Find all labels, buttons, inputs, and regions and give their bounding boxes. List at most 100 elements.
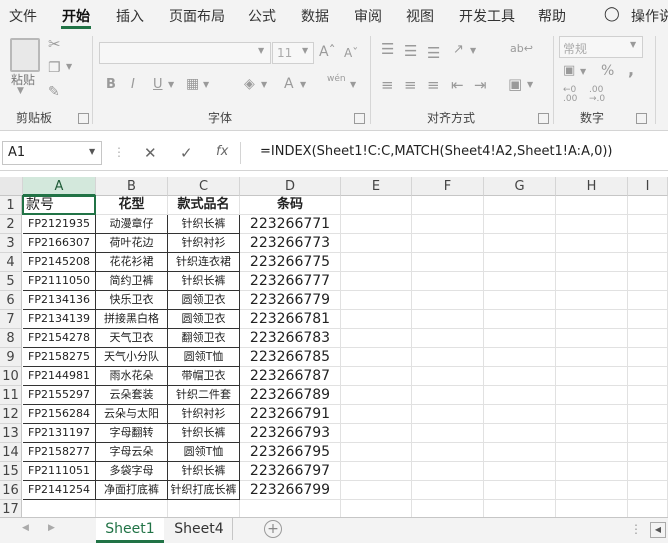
tab-sheet4[interactable]: Sheet4 [166, 518, 233, 540]
decrease-indent-icon[interactable]: ⇤ [451, 76, 464, 94]
row-header[interactable]: 10 [0, 367, 22, 386]
cell-barcode[interactable]: 223266799 [240, 481, 341, 500]
row-header[interactable]: 3 [0, 234, 22, 253]
grid-cell[interactable] [341, 348, 412, 367]
cell-pattern[interactable]: 花花衫裙 [96, 253, 168, 272]
cell-barcode[interactable]: 223266773 [240, 234, 341, 253]
cell-barcode[interactable]: 223266779 [240, 291, 341, 310]
enter-button[interactable]: ✓ [180, 144, 193, 162]
grid-cell[interactable] [412, 234, 484, 253]
column-header-f[interactable]: F [412, 177, 484, 196]
cell-barcode[interactable]: 223266793 [240, 424, 341, 443]
row-header[interactable]: 4 [0, 253, 22, 272]
cell-style-no[interactable]: FP2141254 [23, 481, 96, 500]
grid-cell[interactable] [412, 367, 484, 386]
chevron-down-icon[interactable]: ▼ [350, 80, 356, 89]
scroll-left-button[interactable]: ◀ [650, 522, 666, 538]
cell-style-no[interactable]: FP2158277 [23, 443, 96, 462]
grid-cell[interactable] [628, 367, 668, 386]
column-header-d[interactable]: D [240, 177, 341, 196]
align-center-icon[interactable]: ≡ [404, 76, 417, 94]
grid-cell[interactable] [556, 424, 628, 443]
grid-cell[interactable] [412, 462, 484, 481]
phonetic-guide-icon[interactable]: wén [327, 74, 346, 84]
cell-product-name[interactable]: 针织衬衫 [168, 234, 240, 253]
grid-cell[interactable] [484, 405, 556, 424]
alignment-launcher-icon[interactable] [538, 113, 549, 124]
grid-cell[interactable] [412, 386, 484, 405]
row-header[interactable]: 9 [0, 348, 22, 367]
grid-cell[interactable] [412, 443, 484, 462]
align-top-icon[interactable]: ☰ [381, 40, 394, 58]
grid-cell[interactable] [628, 386, 668, 405]
chevron-down-icon[interactable]: ▼ [470, 46, 476, 55]
grid-cell[interactable] [484, 367, 556, 386]
name-box[interactable]: A1 ▼ [2, 141, 102, 165]
cell-product-name[interactable]: 针织长裤 [168, 462, 240, 481]
select-all-corner[interactable] [0, 177, 23, 196]
grid-cell[interactable] [556, 215, 628, 234]
increase-decimal-icon[interactable]: ←0.00 [563, 86, 577, 104]
chevron-down-icon[interactable]: ▼ [580, 67, 586, 76]
paste-icon[interactable] [10, 38, 40, 72]
cancel-button[interactable]: ✕ [144, 144, 157, 162]
chevron-down-icon[interactable]: ▼ [527, 80, 533, 89]
row-header[interactable]: 1 [0, 196, 22, 215]
grid-cell[interactable] [556, 462, 628, 481]
number-launcher-icon[interactable] [636, 113, 647, 124]
column-header-b[interactable]: B [96, 177, 168, 196]
row-header[interactable]: 12 [0, 405, 22, 424]
row-header[interactable]: 5 [0, 272, 22, 291]
row-header[interactable]: 6 [0, 291, 22, 310]
borders-icon[interactable]: ▦ [186, 76, 199, 92]
grid-cell[interactable] [341, 443, 412, 462]
cell-pattern[interactable]: 快乐卫衣 [96, 291, 168, 310]
grid-cell[interactable] [412, 481, 484, 500]
chevron-down-icon[interactable]: ▼ [203, 80, 209, 89]
column-header-i[interactable]: I [628, 177, 668, 196]
row-header[interactable]: 11 [0, 386, 22, 405]
grid-cell[interactable] [556, 405, 628, 424]
cell-barcode[interactable]: 223266791 [240, 405, 341, 424]
cell-pattern[interactable]: 荷叶花边 [96, 234, 168, 253]
grid-cell[interactable] [412, 196, 484, 215]
insert-function-button[interactable]: fx [216, 144, 228, 159]
grid-cell[interactable] [628, 329, 668, 348]
grid-cell[interactable] [412, 405, 484, 424]
cell-pattern[interactable]: 天气卫衣 [96, 329, 168, 348]
grid-cell[interactable] [341, 272, 412, 291]
cell-pattern[interactable]: 天气小分队 [96, 348, 168, 367]
grid-cell[interactable] [341, 234, 412, 253]
cell-style-no[interactable]: FP2111050 [23, 272, 96, 291]
grid-cell[interactable] [556, 367, 628, 386]
row-header[interactable]: 7 [0, 310, 22, 329]
grid-cell[interactable] [341, 291, 412, 310]
grid-cell[interactable] [628, 234, 668, 253]
grid-cell[interactable] [484, 462, 556, 481]
menu-tell-me[interactable]: 操作说 [631, 6, 668, 26]
cell-b1[interactable]: 花型 [96, 196, 168, 215]
grid-cell[interactable] [484, 481, 556, 500]
grid-cell[interactable] [341, 386, 412, 405]
bold-button[interactable]: B [106, 77, 116, 92]
grid-cell[interactable] [556, 291, 628, 310]
cell-product-name[interactable]: 针织长裤 [168, 424, 240, 443]
lightbulb-icon[interactable]: ◯ [604, 6, 620, 22]
font-name-dropdown[interactable]: ▼ [99, 42, 271, 64]
accounting-format-icon[interactable]: ▣ [563, 63, 575, 78]
cell-pattern[interactable]: 简约卫裤 [96, 272, 168, 291]
cell-product-name[interactable]: 圆领T恤 [168, 348, 240, 367]
align-right-icon[interactable]: ≡ [427, 76, 440, 94]
grid-cell[interactable] [484, 196, 556, 215]
cell-style-no[interactable]: FP2121935 [23, 215, 96, 234]
grid-cell[interactable] [556, 310, 628, 329]
chevron-down-icon[interactable]: ▼ [168, 80, 174, 89]
grid-cell[interactable] [628, 424, 668, 443]
cell-product-name[interactable]: 翻领卫衣 [168, 329, 240, 348]
grid-cell[interactable] [556, 234, 628, 253]
cell-style-no[interactable]: FP2131197 [23, 424, 96, 443]
align-bottom-icon[interactable]: ☰ [427, 44, 440, 62]
grid-cell[interactable] [556, 196, 628, 215]
menu-file[interactable]: 文件 [9, 6, 37, 26]
row-header[interactable]: 2 [0, 215, 22, 234]
